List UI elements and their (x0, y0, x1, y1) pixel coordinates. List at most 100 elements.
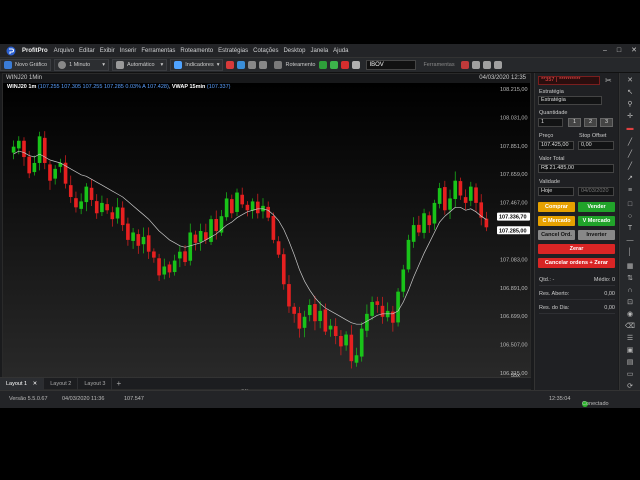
menu-ferramentas[interactable]: Ferramentas (141, 48, 175, 54)
vline-icon[interactable]: │ (625, 249, 635, 257)
validity-date-input[interactable]: 04/03/2020 (578, 187, 614, 196)
tool-icon-2[interactable] (471, 61, 480, 69)
y-tick-label: 107.467,00 (500, 201, 528, 207)
grid-icon[interactable]: ▦ (625, 263, 635, 271)
menu-arquivo[interactable]: Arquivo (54, 48, 74, 54)
qty-1-button[interactable]: 1 (568, 118, 581, 127)
candle-body (193, 234, 198, 243)
trendline-icon[interactable]: ╱ (625, 139, 635, 147)
window-icon[interactable]: ▭ (625, 371, 635, 379)
v-mode-icon[interactable] (330, 61, 339, 69)
menu-ajuda[interactable]: Ajuda (333, 48, 348, 54)
market-sell-button[interactable]: V Mercado (578, 216, 615, 226)
text-icon[interactable]: T (625, 225, 635, 233)
total-label: Valor Total (539, 156, 565, 162)
sell-button[interactable]: Vender (578, 202, 615, 212)
validity-label: Validade (539, 179, 560, 185)
settings-icon[interactable] (352, 61, 361, 69)
candle-body (100, 202, 104, 213)
qty-2-button[interactable]: 2 (584, 118, 597, 127)
candle-body (468, 186, 473, 201)
quantity-input[interactable]: 1 (538, 118, 563, 127)
channel-icon[interactable]: ╱ (625, 163, 635, 171)
buy-button[interactable]: Comprar (538, 202, 575, 212)
candle-body (333, 326, 338, 337)
rectangle-icon[interactable]: □ (625, 201, 635, 209)
tool-icon-3[interactable] (482, 61, 491, 69)
tab-layout-2[interactable]: Layout 2 (44, 377, 79, 390)
menu-editar[interactable]: Editar (79, 48, 95, 54)
fibonacci-icon[interactable]: ≡ (625, 187, 635, 195)
price-input[interactable]: 107.425,00 (538, 141, 574, 150)
list-icon[interactable]: ☰ (625, 335, 635, 343)
cancel-and-zero-button[interactable]: Cancelar ordens + Zerar (538, 258, 615, 268)
measure-icon[interactable]: ⇅ (625, 275, 635, 283)
chart-window[interactable]: WINJ20 1Min 04/03/2020 12:35 WINJ20 1m (… (2, 73, 531, 394)
sell-mode-icon[interactable] (341, 61, 350, 69)
minimize-icon[interactable]: – (603, 44, 607, 57)
buy-mode-icon[interactable] (319, 61, 328, 69)
zoom-out-icon[interactable] (259, 61, 268, 69)
tool-icon-1[interactable] (460, 61, 469, 69)
new-chart-button[interactable]: Novo Gráfico (0, 59, 52, 71)
close-icon[interactable]: ✕ (631, 44, 637, 57)
status-clock: 12:35:04 (549, 396, 571, 402)
candlestick-chart[interactable]: 108.215,00 108.031,00 107.851,00 107.659,00… (3, 83, 530, 394)
close-tab-icon[interactable]: ✕ (33, 381, 38, 387)
cancel-orders-button[interactable]: Cancel Ord. (538, 230, 575, 240)
candle-body (37, 136, 42, 163)
menu-estrategias[interactable]: Estratégias (218, 48, 248, 54)
add-tab-icon[interactable]: + (112, 378, 125, 390)
tool-icon-4[interactable] (493, 61, 502, 69)
interval-select[interactable]: 1 Minuto ▾ (54, 59, 109, 71)
candle-body (120, 207, 125, 226)
strategy-select[interactable]: Estratégia (538, 96, 602, 105)
stop-offset-input[interactable]: 0,00 (578, 141, 614, 150)
invert-button[interactable]: Inverter (578, 230, 615, 240)
routing-label[interactable]: Roteamento (285, 62, 315, 68)
validity-select[interactable]: Hoje (538, 187, 574, 196)
arrow-icon[interactable]: ↗ (625, 175, 635, 183)
zoom-in-icon[interactable] (248, 61, 257, 69)
menu-inserir[interactable]: Inserir (120, 48, 137, 54)
symbol-input[interactable]: IBOV (366, 60, 417, 70)
routing-icon[interactable] (274, 61, 283, 69)
record-icon[interactable] (226, 61, 235, 69)
qty-3-button[interactable]: 3 (600, 118, 613, 127)
account-select[interactable]: **357 | ********** (538, 76, 600, 85)
menu-exibir[interactable]: Exibir (100, 48, 115, 54)
zero-button[interactable]: Zerar (538, 244, 615, 254)
menu-cotacoes[interactable]: Cotações (253, 48, 278, 54)
candle-body (178, 251, 182, 259)
auto-scale-select[interactable]: Automático ▾ (111, 59, 168, 71)
magnet-icon[interactable]: ∩ (625, 287, 635, 295)
candle-body (224, 198, 229, 218)
candle-body (463, 197, 468, 203)
camera-icon[interactable]: ▣ (625, 347, 635, 355)
cursor-icon[interactable]: ↖ (625, 89, 635, 97)
menu-janela[interactable]: Janela (310, 48, 328, 54)
ray-icon[interactable]: ╱ (625, 151, 635, 159)
indicators-button[interactable]: Indicadores ▾ (170, 59, 224, 71)
tools-icon[interactable]: ✂ (605, 76, 612, 85)
maximize-icon[interactable]: □ (617, 44, 621, 57)
lock-icon[interactable]: ⊡ (625, 299, 635, 307)
tab-layout-1[interactable]: Layout 1 ✕ (0, 377, 45, 390)
trash-icon[interactable]: ⌫ (625, 323, 635, 331)
layout-icon[interactable]: ▤ (625, 359, 635, 367)
menu-roteamento[interactable]: Roteamento (180, 48, 213, 54)
pin-icon[interactable]: ⚲ (625, 101, 635, 109)
close-panel-icon[interactable]: ✕ (625, 77, 635, 85)
market-buy-button[interactable]: C Mercado (538, 216, 575, 226)
menu-desktop[interactable]: Desktop (283, 48, 305, 54)
tab-layout-3[interactable]: Layout 3 (78, 377, 113, 390)
candle-body (375, 301, 380, 305)
crosshair-icon[interactable]: ✛ (625, 113, 635, 121)
tools-label[interactable]: Ferramentas (423, 62, 454, 68)
layers-icon[interactable] (237, 61, 246, 69)
delete-icon[interactable]: ▬ (625, 125, 635, 133)
eye-icon[interactable]: ◉ (625, 311, 635, 319)
ellipse-icon[interactable]: ○ (625, 213, 635, 221)
hline-icon[interactable]: ― (625, 237, 635, 245)
candle-body (344, 334, 348, 346)
